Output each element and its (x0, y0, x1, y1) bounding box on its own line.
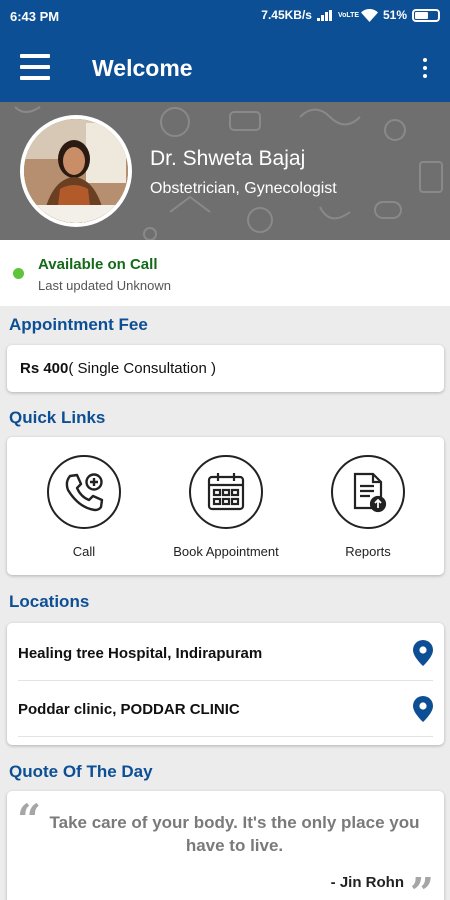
location-item[interactable]: Poddar clinic, PODDAR CLINIC (18, 681, 433, 737)
quick-link-label: Reports (345, 544, 391, 559)
quick-link-label: Call (72, 544, 96, 559)
doctor-profile-header: Dr. Shweta Bajaj Obstetrician, Gynecolog… (0, 102, 450, 240)
quote-author: - Jin Rohn (330, 874, 404, 891)
locations-heading: Locations (9, 592, 90, 611)
wifi-icon (360, 8, 378, 22)
doctor-name: Dr. Shweta Bajaj (150, 147, 306, 170)
location-name: Healing tree Hospital, Indirapuram (18, 645, 263, 662)
map-pin-icon[interactable] (413, 696, 433, 722)
status-icons: 7.45KB/s VoLTE 51% (261, 8, 440, 22)
battery-icon (412, 8, 440, 22)
signal-icon (316, 9, 333, 21)
appointment-fee-card: Rs 400( Single Consultation ) (7, 345, 444, 392)
calendar-icon (189, 455, 263, 529)
hamburger-icon[interactable] (20, 54, 50, 80)
quick-link-reports[interactable]: Reports (293, 455, 443, 559)
map-pin-icon[interactable] (413, 640, 433, 666)
volte-label: VoLTE (337, 11, 360, 19)
phone-plus-icon (47, 455, 121, 529)
location-item[interactable]: Healing tree Hospital, Indirapuram (18, 625, 433, 681)
status-time: 6:43 PM (10, 9, 60, 24)
network-speed: 7.45KB/s (261, 8, 312, 22)
availability-status-dot (13, 268, 24, 279)
app-bar: Welcome (0, 34, 450, 102)
quick-link-book-appointment[interactable]: Book Appointment (151, 455, 301, 559)
doctor-specialty: Obstetrician, Gynecologist (150, 180, 337, 197)
availability-panel: Available on Call Last updated Unknown (0, 240, 450, 306)
locations-card: Healing tree Hospital, Indirapuram Podda… (7, 623, 444, 745)
quote-card: “ Take care of your body. It's the only … (7, 791, 444, 900)
more-vert-icon[interactable] (422, 58, 428, 78)
doctor-photo (24, 119, 128, 223)
availability-status: Available on Call (38, 256, 158, 273)
battery-percent: 51% (382, 8, 407, 22)
last-updated: Last updated Unknown (38, 278, 171, 293)
close-quote-icon: ” (409, 869, 434, 900)
quick-links-heading: Quick Links (9, 408, 106, 427)
quick-links-card: Call Book Appointment Reports (7, 437, 444, 575)
status-bar: 6:43 PM 7.45KB/s VoLTE 51% (0, 0, 450, 34)
quote-text: Take care of your body. It's the only pl… (49, 813, 420, 855)
avatar (20, 115, 132, 227)
location-name: Poddar clinic, PODDAR CLINIC (18, 701, 240, 718)
quick-link-call[interactable]: Call (9, 455, 159, 559)
fee-detail: ( Single Consultation ) (68, 360, 216, 377)
quick-link-label: Book Appointment (173, 544, 279, 559)
appointment-fee-heading: Appointment Fee (9, 315, 148, 334)
fee-amount: Rs 400 (20, 360, 69, 377)
page-title: Welcome (92, 55, 193, 81)
quote-heading: Quote Of The Day (9, 762, 153, 781)
report-upload-icon (331, 455, 405, 529)
fee-text: Rs 400( Single Consultation ) (20, 360, 216, 377)
